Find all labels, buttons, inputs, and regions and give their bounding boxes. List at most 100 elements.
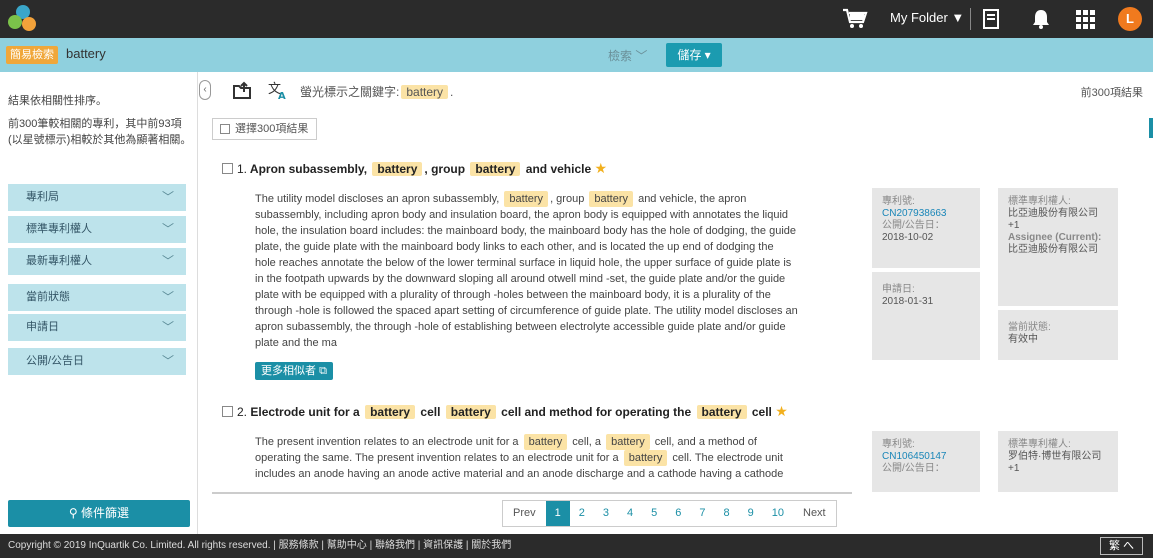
meta-label: 標準專利權人: bbox=[1008, 196, 1071, 207]
svg-text:A: A bbox=[278, 91, 286, 100]
facet-application-date[interactable]: 申請日 ﹀ bbox=[8, 314, 186, 341]
cart-icon[interactable] bbox=[842, 8, 868, 30]
chevron-down-icon: ﹀ bbox=[635, 49, 648, 63]
page-button[interactable]: 6 bbox=[666, 501, 690, 526]
footer-links[interactable]: Copyright © 2019 InQuartik Co. Limited. … bbox=[8, 540, 511, 551]
prev-page-button[interactable]: Prev bbox=[503, 501, 546, 526]
app-logo[interactable] bbox=[8, 5, 38, 33]
search-bar: 簡易檢索 battery 檢索 ﹀ 儲存 ▾ bbox=[0, 38, 1153, 72]
result-checkbox[interactable] bbox=[222, 406, 233, 417]
assignee-card: 標準專利權人: 比亞迪股份有限公司 +1 Assignee (Current):… bbox=[998, 188, 1118, 306]
current-assignee: 比亞迪股份有限公司 bbox=[1008, 244, 1098, 255]
star-icon: ★ bbox=[775, 403, 788, 419]
highlight-keyword: battery bbox=[589, 191, 634, 207]
facet-label: 申請日 bbox=[26, 321, 59, 333]
page-button[interactable]: 5 bbox=[642, 501, 666, 526]
document-icon[interactable] bbox=[980, 8, 1002, 30]
side-panel-tab[interactable] bbox=[1149, 118, 1153, 138]
facet-current-status[interactable]: 當前狀態 ﹀ bbox=[8, 284, 186, 311]
user-avatar[interactable]: L bbox=[1118, 7, 1142, 31]
highlight-keyword: battery bbox=[401, 85, 449, 99]
star-icon: ★ bbox=[594, 160, 608, 176]
title-text: and vehicle bbox=[525, 162, 592, 176]
title-text: cell bbox=[751, 405, 772, 419]
page-button[interactable]: 9 bbox=[739, 501, 763, 526]
highlight-keyword: battery bbox=[372, 162, 423, 176]
page-button[interactable]: 3 bbox=[594, 501, 618, 526]
result-title[interactable]: 2. Electrode unit for a battery cell bat… bbox=[222, 403, 788, 420]
more-similar-button[interactable]: 更多相似者 ⧉ bbox=[255, 362, 333, 380]
top-navbar: My Folder ▼ L bbox=[0, 0, 1153, 38]
abstract-text: cell, a bbox=[569, 436, 605, 448]
patent-number-card: 專利號: CN207938663 公開/公告日： 2018-10-02 bbox=[872, 188, 980, 268]
my-folder-menu[interactable]: My Folder ▼ bbox=[890, 10, 964, 25]
page-button[interactable]: 10 bbox=[763, 501, 793, 526]
pagination: Prev 1 2 3 4 5 6 7 8 9 10 Next bbox=[502, 500, 837, 527]
similar-button-label: 更多相似者 bbox=[261, 365, 316, 377]
search-button-label: 檢索 bbox=[608, 49, 633, 63]
bell-icon[interactable] bbox=[1030, 8, 1052, 30]
select-all-checkbox[interactable]: 選擇300項結果 bbox=[212, 118, 318, 140]
search-input[interactable]: battery bbox=[66, 46, 106, 61]
save-button[interactable]: 儲存 ▾ bbox=[666, 43, 722, 67]
result-number: 2. bbox=[237, 405, 248, 419]
facet-patent-office[interactable]: 專利局 ﹀ bbox=[8, 184, 186, 211]
patent-number-link[interactable]: CN207938663 bbox=[882, 208, 947, 219]
facet-label: 標準專利權人 bbox=[26, 223, 92, 235]
facet-label: 當前狀態 bbox=[26, 291, 70, 303]
sort-note: 結果依相關性排序。 bbox=[8, 95, 107, 107]
meta-label: Assignee (Current): bbox=[1008, 232, 1102, 243]
filter-button-label: 條件篩選 bbox=[81, 506, 130, 520]
content-scroll-edge bbox=[212, 492, 852, 494]
highlight-keyword: battery bbox=[365, 405, 416, 419]
status-card: 當前狀態: 有效中 bbox=[998, 310, 1118, 360]
meta-label: 當前狀態: bbox=[1008, 322, 1051, 333]
abstract-text: , group bbox=[550, 193, 588, 205]
apps-grid-icon[interactable] bbox=[1074, 8, 1096, 30]
result-abstract: The utility model discloses an apron sub… bbox=[255, 191, 827, 351]
collapse-sidebar-toggle[interactable]: ‹ bbox=[199, 80, 211, 100]
abstract-line: through -hole is followed the spaced apa… bbox=[255, 305, 798, 317]
result-abstract: The present invention relates to an elec… bbox=[255, 434, 827, 482]
highlight-keywords: 螢光標示之關鍵字: battery. bbox=[300, 85, 454, 99]
search-button[interactable]: 檢索 ﹀ bbox=[608, 47, 647, 64]
page-button[interactable]: 2 bbox=[570, 501, 594, 526]
translate-icon[interactable]: 文 A bbox=[268, 80, 288, 100]
patent-number-link[interactable]: CN106450147 bbox=[882, 451, 947, 462]
abstract-line: plate and the ma bbox=[255, 337, 337, 349]
abstract-line: hole, the insulation board includes: the… bbox=[255, 225, 797, 237]
export-icon[interactable] bbox=[232, 80, 252, 100]
page-button[interactable]: 4 bbox=[618, 501, 642, 526]
highlight-keyword: battery bbox=[523, 434, 568, 450]
facet-latest-assignee[interactable]: 最新專利權人 ﹀ bbox=[8, 248, 186, 275]
next-page-button[interactable]: Next bbox=[793, 501, 836, 526]
facet-standard-assignee[interactable]: 標準專利權人 ﹀ bbox=[8, 216, 186, 243]
abstract-line: The utility model discloses an apron sub… bbox=[255, 191, 827, 207]
highlight-keyword: battery bbox=[606, 434, 650, 450]
chevron-down-icon: ﹀ bbox=[161, 222, 174, 236]
language-selector[interactable]: 繁 へ bbox=[1099, 537, 1143, 555]
result-title[interactable]: 1. Apron subassembly, battery, group bat… bbox=[222, 160, 607, 177]
abstract-line: includes an anode having an anode active… bbox=[255, 468, 784, 480]
chevron-down-icon: ﹀ bbox=[161, 320, 174, 334]
filter-button[interactable]: ⚲ 條件篩選 bbox=[8, 500, 190, 527]
facet-publication-date[interactable]: 公開/公告日 ﹀ bbox=[8, 348, 186, 375]
footer: Copyright © 2019 InQuartik Co. Limited. … bbox=[0, 534, 1153, 558]
page-button[interactable]: 1 bbox=[545, 501, 570, 526]
abstract-line: apron subassembly, the through -hole of … bbox=[255, 321, 786, 333]
abstract-text: cell, and a method of bbox=[651, 436, 757, 448]
result-checkbox[interactable] bbox=[222, 163, 233, 174]
highlight-keyword: battery bbox=[504, 191, 549, 207]
abstract-line: The present invention relates to an elec… bbox=[255, 434, 827, 450]
result-count: 前300項結果 bbox=[1080, 87, 1143, 99]
abstract-line: plate with be equipped with a plurality … bbox=[255, 289, 771, 301]
chevron-down-icon: ﹀ bbox=[161, 290, 174, 304]
title-text: Electrode unit for a bbox=[250, 405, 360, 419]
page-button[interactable]: 8 bbox=[715, 501, 739, 526]
page-button[interactable]: 7 bbox=[690, 501, 714, 526]
highlight-keyword: battery bbox=[623, 450, 668, 466]
search-mode-tag[interactable]: 簡易檢索 bbox=[6, 46, 58, 64]
chevron-down-icon: ﹀ bbox=[161, 254, 174, 268]
title-text: , group bbox=[424, 162, 466, 176]
select-all-label: 選擇300項結果 bbox=[235, 123, 309, 135]
